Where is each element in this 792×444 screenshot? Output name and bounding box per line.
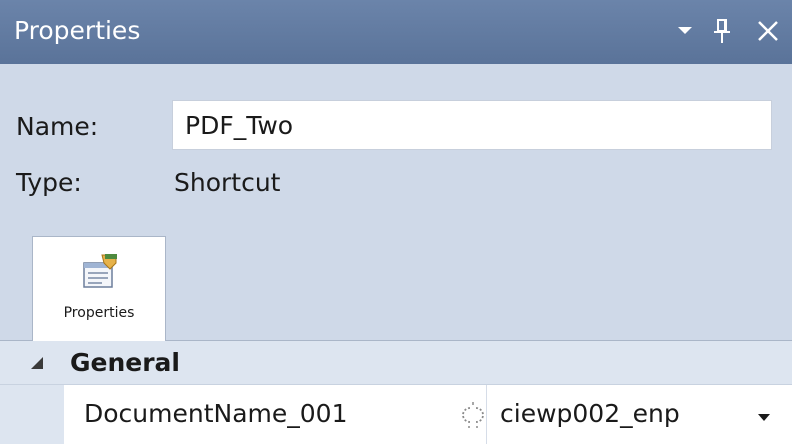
properties-icon [83, 254, 117, 288]
category-row-general[interactable]: General [0, 341, 792, 385]
object-header: Name: Type: Shortcut [0, 64, 792, 224]
title-bar: Properties [0, 0, 792, 64]
column-divider [486, 385, 487, 444]
property-name: DocumentName_001 [84, 399, 348, 428]
tab-strip: Properties [0, 224, 792, 341]
property-value[interactable]: ciewp002_enp [500, 397, 680, 431]
close-icon [758, 21, 778, 41]
pin-icon [714, 19, 730, 43]
chevron-down-icon [678, 27, 692, 34]
name-input[interactable] [172, 100, 772, 150]
link-icon[interactable] [457, 401, 489, 429]
close-button[interactable] [748, 12, 788, 50]
properties-panel: Properties Name: Type: Shortcut [0, 0, 792, 444]
category-label: General [70, 348, 180, 377]
tab-properties[interactable]: Properties [32, 236, 166, 341]
auto-hide-pin-button[interactable] [706, 12, 738, 50]
dropdown-arrow-icon [758, 413, 770, 421]
property-row[interactable]: DocumentName_001 ciewp002_enp [0, 385, 792, 444]
name-label: Name: [16, 112, 99, 141]
collapse-triangle-icon[interactable] [28, 354, 46, 372]
type-label: Type: [16, 168, 82, 197]
tab-label: Properties [63, 305, 135, 321]
window-title: Properties [14, 16, 141, 45]
property-grid: General DocumentName_001 ciewp002_enp [0, 341, 792, 444]
value-dropdown-button[interactable] [752, 405, 776, 429]
row-gutter [0, 385, 64, 444]
type-value: Shortcut [174, 168, 281, 197]
window-position-dropdown-button[interactable] [670, 12, 700, 50]
